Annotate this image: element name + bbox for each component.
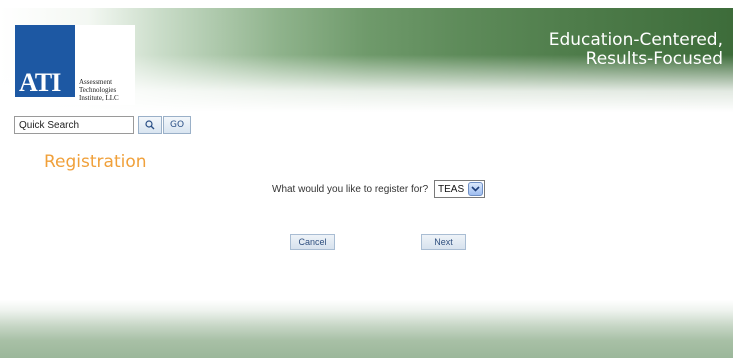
search-icon: [145, 120, 155, 130]
tagline-line2: Results-Focused: [585, 49, 723, 69]
logo-company-line1: Assessment: [79, 78, 113, 86]
logo-mark: ATI: [19, 68, 61, 97]
top-strip: [0, 0, 733, 8]
ati-logo[interactable]: ATI Assessment Technologies Institute, L…: [15, 25, 135, 105]
register-for-select[interactable]: TEAS: [434, 180, 485, 198]
logo-company-line3: Institute, LLC: [79, 94, 119, 102]
chevron-down-icon[interactable]: [468, 182, 483, 196]
logo-company-name: Assessment Technologies Institute, LLC: [79, 78, 139, 102]
search-button[interactable]: [138, 116, 162, 134]
go-button[interactable]: GO: [163, 116, 191, 134]
next-button[interactable]: Next: [421, 234, 466, 250]
cancel-button[interactable]: Cancel: [290, 234, 335, 250]
tagline: Education-Centered, Results-Focused: [549, 31, 723, 69]
select-value: TEAS: [438, 183, 465, 195]
register-prompt-label: What would you like to register for?: [272, 184, 429, 195]
logo-company-line2: Technologies: [79, 86, 117, 94]
page-title: Registration: [44, 152, 147, 172]
quick-search-input[interactable]: [14, 116, 134, 134]
footer-band: [0, 300, 733, 358]
tagline-line1: Education-Centered,: [548, 30, 723, 50]
